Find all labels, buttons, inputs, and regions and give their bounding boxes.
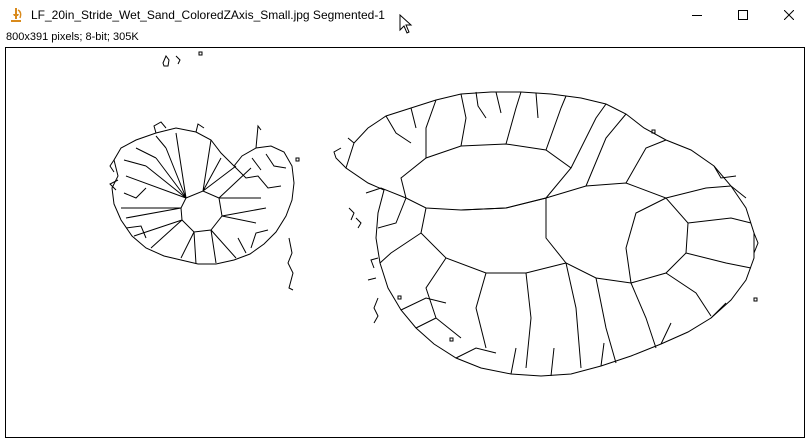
segmented-image [109, 51, 759, 377]
fragment [175, 55, 181, 65]
fragment [198, 51, 203, 56]
minimize-button[interactable] [674, 0, 720, 30]
image-canvas[interactable] [5, 47, 805, 438]
close-icon [784, 10, 794, 20]
right-segmented-region [333, 91, 759, 377]
window-title: LF_20in_Stride_Wet_Sand_ColoredZAxis_Sma… [31, 8, 385, 22]
minimize-icon [692, 15, 702, 16]
left-segmented-region [109, 121, 300, 291]
maximize-button[interactable] [720, 0, 766, 30]
close-button[interactable] [766, 0, 812, 30]
image-window: LF_20in_Stride_Wet_Sand_ColoredZAxis_Sma… [0, 0, 812, 444]
imagej-microscope-icon [11, 8, 22, 22]
fragment [162, 55, 170, 67]
title-bar[interactable]: LF_20in_Stride_Wet_Sand_ColoredZAxis_Sma… [0, 0, 812, 34]
maximize-icon [738, 10, 748, 20]
mouse-cursor-icon [399, 14, 413, 34]
image-info-bar: 800x391 pixels; 8-bit; 305K [6, 31, 139, 43]
